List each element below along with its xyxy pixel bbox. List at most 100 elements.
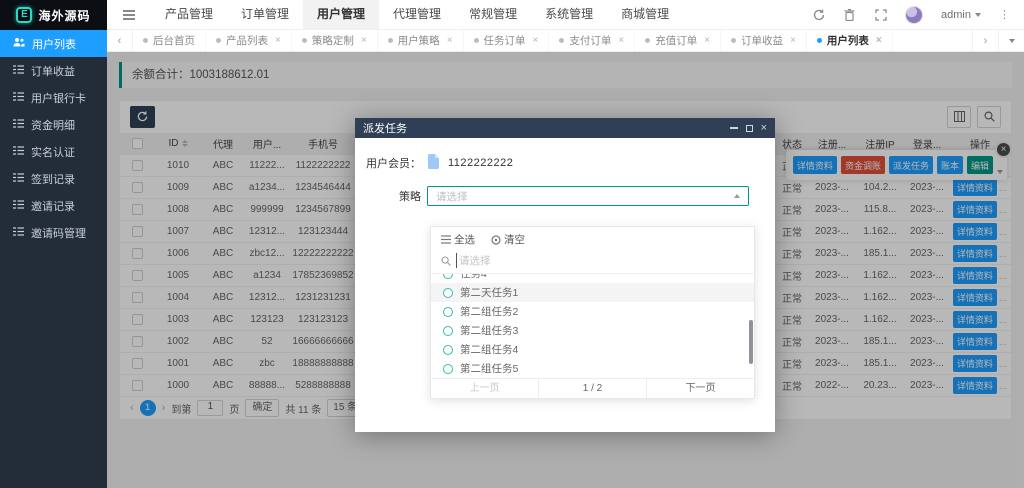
- file-icon: [427, 154, 440, 172]
- search-placeholder: 请选择: [456, 253, 491, 268]
- tabs-scroll-left-icon[interactable]: ‹: [107, 30, 133, 51]
- sidebar-item-资金明细[interactable]: 资金明细: [0, 111, 107, 138]
- nav-item-代理管理[interactable]: 代理管理: [379, 0, 455, 29]
- sidebar-item-订单收益[interactable]: 订单收益: [0, 57, 107, 84]
- list-icon: [13, 200, 24, 212]
- dropdown-option-第二组任务2[interactable]: 第二组任务2: [431, 302, 754, 321]
- tab-label: 用户策略: [398, 33, 440, 48]
- option-label: 第二组任务5: [460, 361, 518, 376]
- sidebar-item-label: 订单收益: [31, 63, 75, 79]
- tab-close-icon[interactable]: ×: [618, 35, 624, 46]
- refresh-icon[interactable]: [812, 8, 825, 21]
- nav-item-常规管理[interactable]: 常规管理: [455, 0, 531, 29]
- tab-label: 后台首页: [153, 33, 195, 48]
- tab-close-icon[interactable]: ×: [447, 35, 453, 46]
- tab-close-icon[interactable]: ×: [790, 35, 796, 46]
- dropdown-pager: 上一页 1 / 2 下一页: [431, 378, 754, 398]
- list-icon: [441, 235, 451, 244]
- trash-icon[interactable]: [843, 8, 856, 21]
- sidebar-item-用户银行卡[interactable]: 用户银行卡: [0, 84, 107, 111]
- tab-策略定制[interactable]: 策略定制 ×: [292, 30, 378, 51]
- sidebar-item-邀请码管理[interactable]: 邀请码管理: [0, 219, 107, 246]
- tab-dot-icon: [302, 38, 307, 43]
- tab-产品列表[interactable]: 产品列表×: [206, 30, 292, 51]
- strategy-label: 策略: [355, 188, 427, 204]
- close-icon[interactable]: ×: [761, 123, 767, 134]
- tab-label: 用户列表: [827, 33, 869, 48]
- tab-label: 充值订单: [655, 33, 697, 48]
- nav-item-产品管理[interactable]: 产品管理: [151, 0, 227, 29]
- more-menu-icon[interactable]: ⋮: [999, 8, 1010, 21]
- dropdown-search[interactable]: 请选择: [431, 250, 754, 274]
- chevron-up-icon: [734, 194, 740, 198]
- sidebar-item-实名认证[interactable]: 实名认证: [0, 138, 107, 165]
- maximize-icon[interactable]: [746, 125, 753, 132]
- tab-dot-icon: [559, 38, 564, 43]
- member-row: 用户会员： 1122222222: [355, 154, 775, 172]
- tab-close-icon[interactable]: ×: [533, 35, 539, 46]
- users-icon: [13, 37, 25, 50]
- user-avatar[interactable]: [905, 6, 923, 24]
- tab-订单收益[interactable]: 订单收益×: [721, 30, 807, 51]
- dropdown-option-第二组任务4[interactable]: 第二组任务4: [431, 340, 754, 359]
- dropdown-option-第二天任务1[interactable]: 第二天任务1: [431, 283, 754, 302]
- nav-item-用户管理[interactable]: 用户管理: [303, 0, 379, 29]
- dropdown-option-第二组任务5[interactable]: 第二组任务5: [431, 359, 754, 378]
- tab-任务订单[interactable]: 任务订单×: [464, 30, 550, 51]
- tabs-menu-icon[interactable]: [998, 30, 1024, 51]
- tab-close-icon[interactable]: ×: [275, 35, 281, 46]
- dropdown-option-任务4[interactable]: 任务4: [431, 274, 754, 283]
- select-all-button[interactable]: 全选: [441, 232, 475, 247]
- option-label: 第二组任务3: [460, 323, 518, 338]
- modal-title: 派发任务: [363, 120, 407, 136]
- strategy-select[interactable]: 请选择: [427, 186, 749, 206]
- list-icon: [13, 227, 24, 239]
- top-nav: 产品管理订单管理用户管理代理管理常规管理系统管理商城管理: [107, 0, 812, 29]
- tab-close-icon[interactable]: ×: [361, 35, 367, 46]
- sidebar-item-label: 用户列表: [32, 36, 76, 52]
- header-actions: admin ⋮: [812, 0, 1024, 29]
- dropdown-prev-button[interactable]: 上一页: [431, 379, 538, 398]
- scrollbar-thumb[interactable]: [749, 320, 753, 364]
- member-value: 1122222222: [448, 157, 513, 169]
- tab-bar: ‹ 后台首页产品列表×策略定制×用户策略×任务订单×支付订单×充值订单×订单收益…: [107, 30, 1024, 52]
- tab-支付订单[interactable]: 支付订单×: [549, 30, 635, 51]
- tab-后台首页[interactable]: 后台首页: [133, 30, 206, 51]
- radio-icon: [443, 288, 453, 298]
- tabs-scroll-right-icon[interactable]: ›: [972, 30, 998, 51]
- dropdown-next-button[interactable]: 下一页: [647, 379, 754, 398]
- nav-item-系统管理[interactable]: 系统管理: [531, 0, 607, 29]
- clear-button[interactable]: 清空: [491, 232, 525, 247]
- tab-close-icon[interactable]: ×: [876, 35, 882, 46]
- radio-icon: [443, 345, 453, 355]
- sidebar-item-label: 用户银行卡: [31, 90, 86, 106]
- tab-close-icon[interactable]: ×: [704, 35, 710, 46]
- list-icon: [13, 65, 24, 77]
- open-tabs: 后台首页产品列表×策略定制×用户策略×任务订单×支付订单×充值订单×订单收益×用…: [133, 30, 972, 51]
- tab-用户列表[interactable]: 用户列表 ×: [807, 30, 893, 51]
- dropdown-option-第二组任务3[interactable]: 第二组任务3: [431, 321, 754, 340]
- strategy-dropdown: 全选 清空 请选择 任务4 第二天任务1 第二组任务2 第二组任务3 第二组任务4 第二组…: [430, 226, 755, 399]
- sidebar: 用户列表订单收益用户银行卡资金明细实名认证签到记录邀请记录邀请码管理: [0, 30, 107, 488]
- radio-icon: [443, 364, 453, 374]
- list-icon: [13, 119, 24, 131]
- nav-item-订单管理[interactable]: 订单管理: [227, 0, 303, 29]
- tab-dot-icon: [731, 38, 736, 43]
- brand-logo: E 海外源码: [0, 0, 107, 30]
- sidebar-item-邀请记录[interactable]: 邀请记录: [0, 192, 107, 219]
- sidebar-item-用户列表[interactable]: 用户列表: [0, 30, 107, 57]
- tab-充值订单[interactable]: 充值订单 ×: [635, 30, 721, 51]
- nav-item-商城管理[interactable]: 商城管理: [607, 0, 683, 29]
- radio-icon: [443, 274, 453, 279]
- user-menu[interactable]: admin: [941, 9, 981, 21]
- tab-label: 策略定制: [312, 33, 354, 48]
- fullscreen-icon[interactable]: [874, 8, 887, 21]
- minimize-icon[interactable]: [730, 127, 738, 129]
- sidebar-collapse-icon[interactable]: [107, 0, 151, 29]
- option-label: 第二天任务1: [460, 285, 518, 300]
- tab-用户策略[interactable]: 用户策略 ×: [378, 30, 464, 51]
- sidebar-item-label: 邀请码管理: [31, 225, 86, 241]
- sidebar-item-签到记录[interactable]: 签到记录: [0, 165, 107, 192]
- select-placeholder: 请选择: [436, 189, 734, 204]
- member-label: 用户会员：: [355, 155, 427, 171]
